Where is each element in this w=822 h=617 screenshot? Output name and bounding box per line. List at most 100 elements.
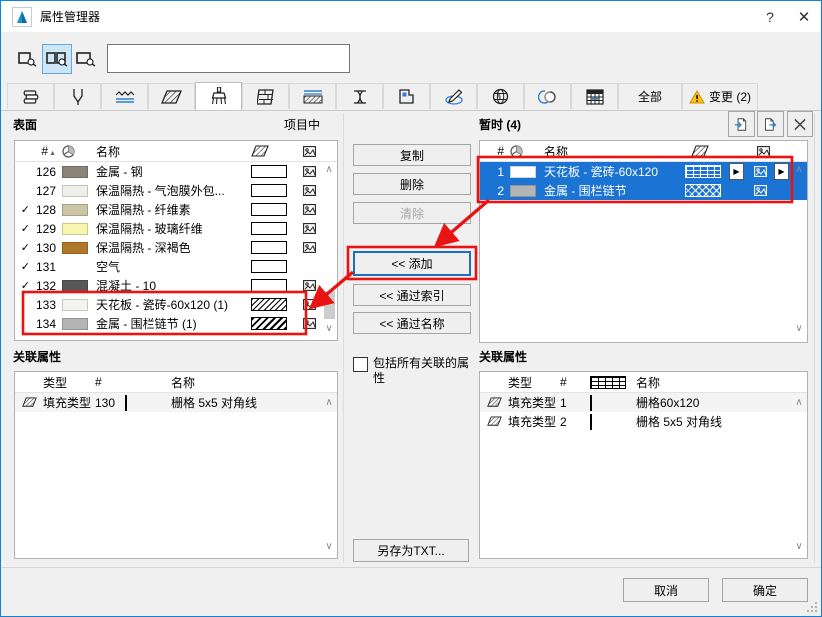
scrollbar-thumb[interactable] — [324, 291, 335, 319]
fill-preview — [251, 260, 287, 273]
attribute-row-132[interactable]: ✓ 132 混凝土 - 10 — [15, 276, 337, 295]
attribute-row-130[interactable]: ✓ 130 保温隔热 - 深褐色 — [15, 238, 337, 257]
column-color[interactable] — [59, 144, 96, 158]
fill-type-icon — [486, 397, 502, 407]
attribute-row-129[interactable]: ✓ 129 保温隔热 - 玻璃纤维 — [15, 219, 337, 238]
attribute-row-127[interactable]: 127 保温隔热 - 气泡膜外包... — [15, 181, 337, 200]
texture-picker-arrow-button[interactable]: ▶ — [774, 163, 789, 180]
fill-picker-arrow-button[interactable]: ▶ — [729, 163, 744, 180]
fill-hatch-icon — [251, 144, 269, 157]
column-index[interactable]: #▲ — [30, 144, 59, 158]
texture-icon — [753, 185, 767, 196]
pie-icon — [510, 144, 523, 158]
copy-button[interactable]: 复制 — [353, 144, 471, 166]
color-swatch — [62, 184, 88, 197]
search-left-panel-toggle[interactable] — [13, 44, 43, 74]
scroll-down-arrow[interactable]: ∨ — [322, 324, 336, 334]
include-associated-checkbox[interactable]: 包括所有关联的属性 — [353, 356, 471, 386]
clear-temporary-button[interactable] — [787, 111, 813, 137]
attribute-row-134[interactable]: 134 金属 - 围栏链节 (1) — [15, 314, 337, 333]
pen-icon — [72, 88, 83, 105]
row-name: 空气 — [96, 260, 121, 274]
fill-preview — [251, 184, 287, 197]
scroll-down-arrow[interactable]: ∨ — [792, 542, 806, 552]
scroll-up-arrow[interactable]: ∧ — [322, 165, 336, 175]
scroll-up-arrow[interactable]: ∧ — [322, 398, 336, 408]
search-both-panels-toggle[interactable] — [42, 44, 72, 74]
tab-cities[interactable] — [477, 83, 524, 109]
tab-composites[interactable] — [242, 83, 289, 109]
tab-layers[interactable] — [7, 83, 54, 109]
column-texture[interactable] — [297, 145, 321, 157]
tab-changes[interactable]: 变更 (2) — [682, 83, 758, 109]
schedule-grid-icon — [585, 88, 604, 105]
row-name: 金属 - 围栏链节 — [544, 184, 627, 198]
assoc-row[interactable]: 填充类型 1 栅格60x120 — [480, 393, 807, 412]
delete-button[interactable]: 删除 — [353, 173, 471, 195]
texture-icon — [302, 299, 316, 310]
by-name-button[interactable]: << 通过名称 — [353, 312, 471, 334]
cancel-button[interactable]: 取消 — [623, 578, 709, 602]
row-name: 保温隔热 - 纤维素 — [96, 203, 191, 217]
attribute-row-131[interactable]: ✓ 131 空气 — [15, 257, 337, 276]
marker-pen-icon — [444, 88, 463, 105]
tab-all[interactable]: 全部 — [618, 83, 682, 109]
project-attributes-list[interactable]: #▲ 名称 126 金属 - 钢 127 保温隔热 - 气泡膜外包... ✓ 1… — [14, 140, 338, 341]
by-index-button[interactable]: << 通过索引 — [353, 284, 471, 306]
color-swatch — [62, 203, 88, 216]
assoc-name: 栅格60x120 — [636, 396, 700, 410]
tab-surfaces[interactable] — [195, 82, 242, 110]
close-button[interactable]: ✕ — [787, 1, 821, 32]
column-name[interactable]: 名称 — [96, 143, 251, 160]
tab-line-types[interactable] — [101, 83, 148, 109]
row-index: 131 — [35, 259, 56, 274]
texture-icon — [756, 145, 770, 157]
color-swatch — [62, 317, 88, 330]
right-panel-title: 暂时 (4) — [479, 118, 522, 132]
left-assoc-list[interactable]: 类型 # 名称 填充类型 130 栅格 5x5 对角线 ∧ ∨ — [14, 371, 338, 559]
x-icon — [794, 118, 806, 130]
tab-markup-styles[interactable] — [430, 83, 477, 109]
assoc-row[interactable]: 填充类型 2 栅格 5x5 对角线 — [480, 412, 807, 431]
column-fill[interactable] — [251, 144, 297, 158]
scroll-up-arrow[interactable]: ∧ — [792, 398, 806, 408]
tab-pens[interactable] — [54, 83, 101, 109]
in-use-check: ✓ — [20, 204, 30, 216]
row-name: 天花板 - 瓷砖-60x120 (1) — [96, 298, 229, 312]
assoc-header-row: 类型 # 名称 — [15, 372, 337, 393]
tab-zone-categories[interactable] — [383, 83, 430, 109]
open-attributes-button[interactable] — [728, 111, 755, 137]
scroll-down-arrow[interactable]: ∨ — [322, 542, 336, 552]
title-bar[interactable]: 属性管理器 ? ✕ — [1, 1, 821, 32]
scroll-up-arrow[interactable]: ∧ — [792, 165, 806, 175]
tab-building-materials[interactable] — [289, 83, 336, 109]
temporary-attributes-list[interactable]: # 名称 1 天花板 - 瓷砖-60x120 ▶ ▶ 2 金属 - 围栏链节 ∧… — [479, 140, 808, 343]
grid-pattern-header-swatch — [590, 375, 626, 389]
scroll-down-arrow[interactable]: ∨ — [792, 324, 806, 334]
tab-fill-types[interactable] — [148, 83, 195, 109]
search-input[interactable] — [107, 44, 350, 73]
attribute-row-133[interactable]: 133 天花板 - 瓷砖-60x120 (1) — [15, 295, 337, 314]
search-right-panel-toggle[interactable] — [71, 44, 101, 74]
tab-operation-profiles[interactable] — [571, 83, 618, 109]
attribute-manager-dialog: 属性管理器 ? ✕ 全部 变更 (2) 表面 项目中 #▲ 名称 126 金属 … — [0, 0, 822, 617]
attribute-row-128[interactable]: ✓ 128 保温隔热 - 纤维素 — [15, 200, 337, 219]
checkbox-box[interactable] — [353, 357, 368, 372]
save-attributes-button[interactable] — [757, 111, 784, 137]
tab-profiles[interactable] — [336, 83, 383, 109]
search-right-icon — [76, 52, 96, 67]
tab-renovation[interactable] — [524, 83, 571, 109]
attribute-row-126[interactable]: 126 金属 - 钢 — [15, 162, 337, 181]
help-button[interactable]: ? — [753, 1, 787, 32]
line-types-icon — [115, 90, 134, 103]
temporary-row-2[interactable]: 2 金属 - 围栏链节 — [480, 181, 807, 200]
add-button[interactable]: << 添加 — [353, 251, 471, 276]
resize-grip[interactable] — [806, 601, 818, 613]
right-assoc-list[interactable]: 类型 # 名称 填充类型 1 栅格60x120 填充类型 2 栅格 5x5 对角… — [479, 371, 808, 559]
temporary-row-1[interactable]: 1 天花板 - 瓷砖-60x120 ▶ ▶ — [480, 162, 807, 181]
assoc-row[interactable]: 填充类型 130 栅格 5x5 对角线 — [15, 393, 337, 412]
ok-button[interactable]: 确定 — [722, 578, 808, 602]
save-as-txt-button[interactable]: 另存为TXT... — [353, 539, 469, 562]
ibeam-profile-icon — [353, 89, 366, 104]
tab-changes-label: 变更 (2) — [708, 90, 751, 104]
